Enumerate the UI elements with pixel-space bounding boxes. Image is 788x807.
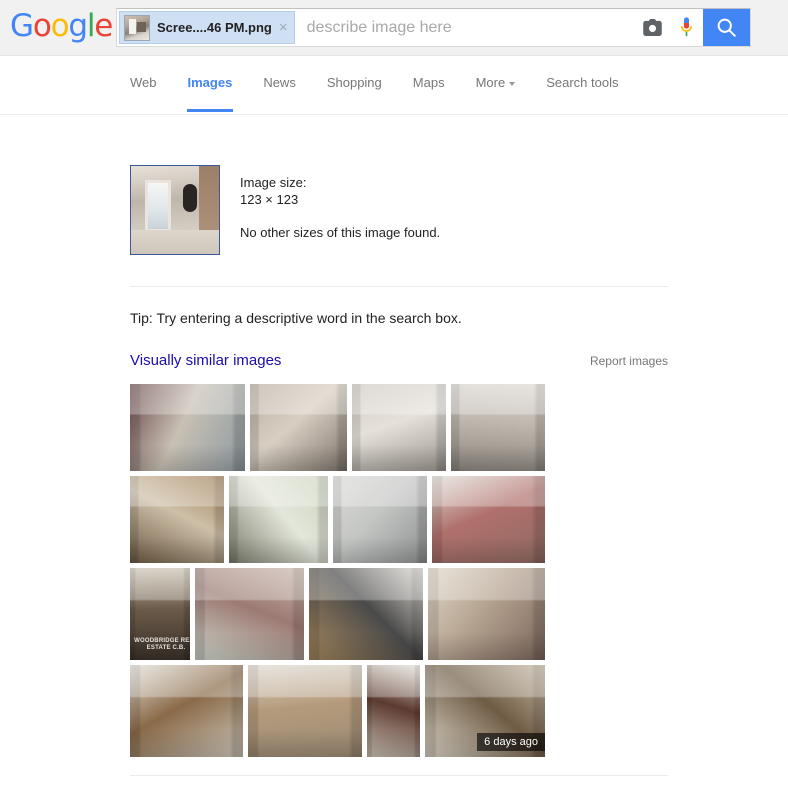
tile-photo-shapes (309, 568, 424, 660)
nav-label: News (263, 75, 296, 90)
similar-image-tile[interactable]: WOODBRIDGE REAL ESTATE C.B. (130, 568, 191, 660)
image-recency-badge: 6 days ago (477, 733, 545, 751)
chip-thumbnail-icon (124, 14, 150, 41)
similar-image-tile[interactable] (432, 476, 545, 563)
nav-item-images[interactable]: Images (186, 75, 234, 112)
visually-similar-header: Visually similar images Report images (0, 326, 668, 370)
google-logo[interactable]: Google (10, 8, 113, 44)
similar-image-tile[interactable] (229, 476, 328, 563)
nav-items: Web Images News Shopping Maps More Searc… (130, 75, 649, 112)
image-grid-row: 6 days ago (130, 665, 545, 757)
nav-label: Shopping (326, 75, 382, 90)
search-tip: Tip: Try entering a descriptive word in … (130, 310, 462, 326)
similar-image-tile[interactable] (130, 476, 225, 563)
tile-photo-shapes (130, 665, 244, 757)
similar-image-tile[interactable] (332, 476, 428, 563)
nav-label: Search tools (546, 75, 619, 90)
uploaded-image-chip[interactable]: Scree....46 PM.png × (119, 11, 295, 44)
search-vertical-nav: Web Images News Shopping Maps More Searc… (0, 56, 788, 115)
chip-filename-label: Scree....46 PM.png (157, 20, 272, 35)
other-sizes-message: No other sizes of this image found. (240, 225, 441, 240)
similar-image-tile[interactable] (351, 384, 446, 471)
chip-remove-icon[interactable]: × (279, 20, 288, 35)
main-content: Image size: 123 × 123 No other sizes of … (0, 115, 788, 776)
footer-divider (130, 775, 668, 776)
thumb-window-shape (145, 180, 171, 232)
nav-label: Web (130, 75, 157, 90)
chevron-down-icon (509, 81, 516, 86)
search-icon (717, 18, 736, 37)
image-info-text: Image size: 123 × 123 No other sizes of … (240, 165, 440, 255)
logo-letter-g1: G (10, 8, 34, 44)
similar-image-tile[interactable] (366, 665, 421, 757)
similar-image-tile[interactable] (248, 665, 362, 757)
nav-label: Maps (412, 75, 445, 90)
camera-icon (642, 19, 662, 36)
similar-image-tile[interactable] (309, 568, 424, 660)
search-bar: Scree....46 PM.png × (116, 8, 751, 47)
logo-letter-g2: g (68, 8, 88, 44)
tile-photo-shapes (130, 476, 225, 563)
nav-item-web[interactable]: Web (130, 75, 157, 112)
visually-similar-title-link[interactable]: Visually similar images (130, 352, 281, 369)
tile-photo-shapes (332, 476, 428, 563)
page-header: Google Scree....46 PM.png × (0, 0, 788, 56)
image-watermark: WOODBRIDGE REAL ESTATE C.B. (134, 638, 190, 651)
tile-photo-shapes (229, 476, 328, 563)
nav-item-news[interactable]: News (263, 75, 296, 112)
similar-image-tile[interactable]: 6 days ago (425, 665, 545, 757)
tile-photo-shapes (432, 476, 545, 563)
tile-photo-shapes (195, 568, 305, 660)
image-info-section: Image size: 123 × 123 No other sizes of … (0, 115, 788, 255)
search-submit-button[interactable] (703, 9, 750, 46)
nav-item-shopping[interactable]: Shopping (327, 75, 382, 112)
tile-photo-shapes (366, 665, 421, 757)
nav-label: Images (187, 75, 233, 90)
image-size-value: 123 × 123 (240, 192, 299, 207)
tile-photo-shapes (450, 384, 546, 471)
tile-photo-shapes (351, 384, 446, 471)
report-images-link[interactable]: Report images (590, 354, 668, 368)
tile-photo-shapes (249, 384, 347, 471)
logo-letter-o2: o (50, 8, 70, 44)
similar-image-tile[interactable] (249, 384, 347, 471)
similar-image-tile[interactable] (450, 384, 546, 471)
search-by-image-button[interactable] (635, 9, 669, 46)
similar-image-tile[interactable] (130, 665, 244, 757)
similar-image-tile[interactable] (130, 384, 245, 471)
logo-letter-l: l (86, 8, 96, 44)
tile-photo-shapes (130, 384, 245, 471)
thumb-object-shape (183, 184, 197, 212)
nav-item-more[interactable]: More (476, 75, 516, 112)
image-grid-row: WOODBRIDGE REAL ESTATE C.B. (130, 568, 545, 660)
query-image-thumbnail[interactable] (130, 165, 220, 255)
similar-image-tile[interactable] (428, 568, 545, 660)
image-grid-row (130, 476, 545, 563)
image-grid-row (130, 384, 546, 471)
thumb-floor-shape (131, 230, 219, 254)
logo-letter-o1: o (32, 8, 52, 44)
tile-photo-shapes (248, 665, 362, 757)
image-size-label: Image size: (240, 175, 307, 190)
nav-label: More (475, 75, 506, 90)
similar-image-tile[interactable] (195, 568, 305, 660)
logo-letter-e: e (94, 8, 113, 44)
similar-images-grid: WOODBRIDGE REAL ESTATE C.B. 6 days ago (0, 370, 546, 757)
search-input[interactable] (294, 9, 635, 46)
nav-item-maps[interactable]: Maps (413, 75, 445, 112)
microphone-icon (680, 16, 692, 36)
nav-item-search-tools[interactable]: Search tools (546, 75, 618, 112)
voice-search-button[interactable] (669, 9, 703, 46)
tile-photo-shapes (428, 568, 545, 660)
